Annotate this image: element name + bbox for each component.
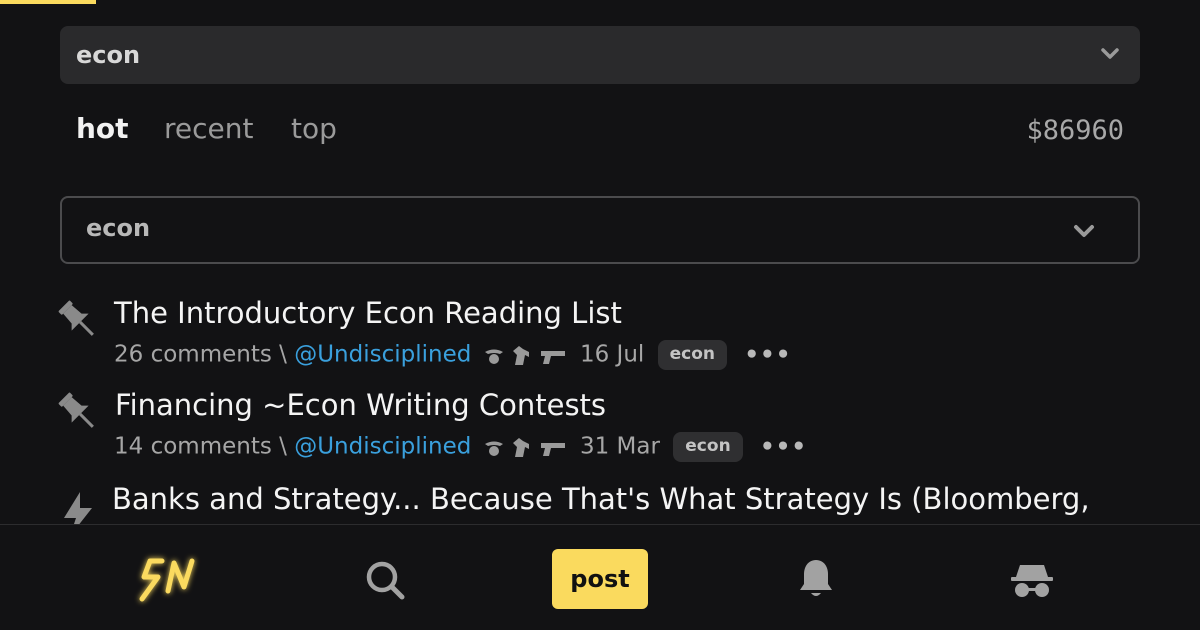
item-title[interactable]: Banks and Strategy... Because That's Wha… — [112, 482, 1090, 516]
bottom-nav: post — [0, 524, 1200, 630]
sn-logo-icon[interactable] — [132, 551, 208, 609]
sats-balance[interactable]: $86960 — [1026, 115, 1124, 146]
post-button[interactable]: post — [552, 549, 648, 609]
pin-icon — [58, 392, 94, 428]
meta-separator: \ — [279, 433, 287, 460]
comments-link[interactable]: 14 comments — [114, 434, 272, 460]
item-meta: 26 comments \ @Undisciplined 16 Jul econ… — [114, 340, 791, 370]
list-item: Financing ~Econ Writing Contests 14 comm… — [0, 388, 1200, 478]
meta-separator: \ — [279, 341, 287, 368]
bell-icon[interactable] — [798, 557, 834, 601]
hats-icon — [484, 346, 565, 365]
chevron-down-icon — [1101, 48, 1119, 59]
territory-select-value: econ — [76, 41, 141, 69]
user-link[interactable]: @Undisciplined — [294, 342, 471, 368]
pin-icon — [58, 300, 94, 336]
item-title[interactable]: Financing ~Econ Writing Contests — [115, 388, 606, 422]
territory-tag[interactable]: econ — [657, 340, 728, 370]
tab-top[interactable]: top — [291, 112, 337, 145]
tab-hot[interactable]: hot — [76, 112, 129, 145]
item-date: 31 Mar — [579, 433, 660, 460]
tab-recent[interactable]: recent — [164, 112, 253, 145]
comments-link[interactable]: 26 comments — [114, 342, 272, 368]
item-title[interactable]: The Introductory Econ Reading List — [114, 296, 622, 330]
item-meta: 14 comments \ @Undisciplined 31 Mar econ… — [114, 432, 807, 462]
chevron-down-icon — [1074, 225, 1094, 237]
more-options-icon[interactable]: ••• — [760, 434, 807, 460]
sub-select-value: econ — [86, 214, 151, 242]
sub-select[interactable]: econ — [60, 196, 1140, 264]
list-item: The Introductory Econ Reading List 26 co… — [0, 296, 1200, 386]
top-accent-bar — [0, 0, 96, 4]
sort-bar: hot recent top $86960 — [60, 112, 1140, 152]
incognito-icon[interactable] — [1010, 561, 1054, 599]
search-icon[interactable] — [364, 559, 406, 601]
more-options-icon[interactable]: ••• — [744, 342, 791, 368]
territory-select[interactable]: econ — [60, 26, 1140, 84]
territory-tag[interactable]: econ — [673, 432, 743, 462]
item-date: 16 Jul — [579, 341, 645, 368]
hats-icon — [484, 438, 565, 457]
user-link[interactable]: @Undisciplined — [294, 434, 471, 460]
